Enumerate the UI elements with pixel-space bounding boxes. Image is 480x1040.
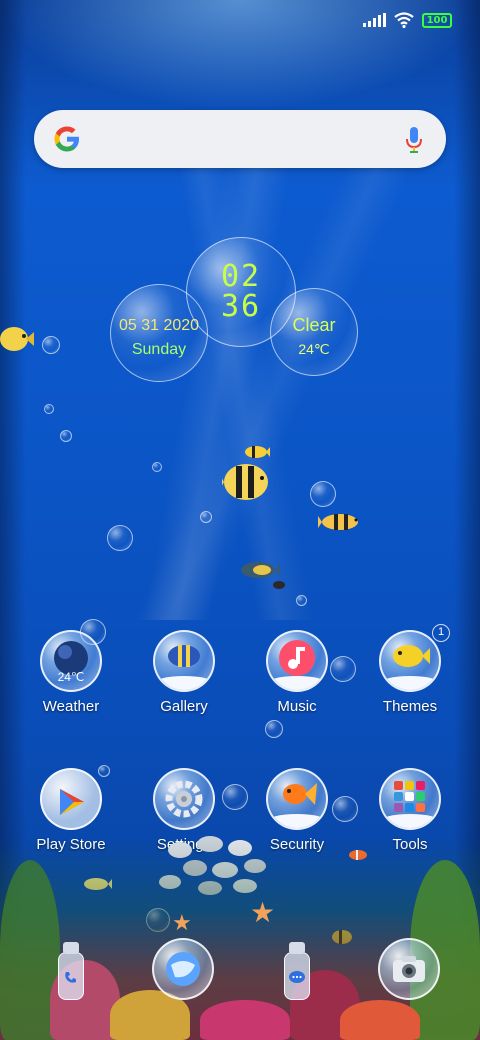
air-bubble bbox=[310, 481, 336, 507]
snow-base bbox=[381, 814, 439, 828]
music-note-icon bbox=[279, 639, 315, 676]
bottle-cork bbox=[289, 942, 305, 954]
air-bubble bbox=[42, 336, 60, 354]
tools-folder-icon bbox=[394, 780, 425, 812]
music-app-orb bbox=[266, 630, 328, 692]
light-rays bbox=[0, 160, 480, 620]
security-app-orb bbox=[266, 768, 328, 830]
starfish: ★ bbox=[172, 910, 192, 935]
fish-icon bbox=[318, 514, 358, 530]
coral bbox=[200, 1000, 290, 1040]
weather-condition-text: Clear bbox=[292, 315, 336, 335]
snow-base bbox=[268, 676, 326, 690]
fish-icon bbox=[0, 327, 34, 351]
play-store-icon bbox=[60, 789, 84, 816]
play-store-orb bbox=[40, 768, 102, 830]
gallery-app-orb bbox=[153, 630, 215, 692]
settings-gear-icon bbox=[165, 780, 203, 818]
fish-gallery-icon bbox=[168, 645, 200, 668]
status-bar: 100 bbox=[363, 12, 452, 28]
signal-bars-icon bbox=[363, 13, 386, 27]
camera-icon bbox=[393, 956, 425, 982]
fish-icon bbox=[273, 581, 285, 589]
weather-bubble[interactable]: Clear 24℃ bbox=[270, 288, 358, 376]
air-bubble bbox=[44, 404, 54, 414]
fish-icon bbox=[245, 446, 270, 458]
app-music[interactable]: Music bbox=[247, 630, 347, 715]
air-bubble bbox=[265, 720, 283, 738]
google-search-bar[interactable] bbox=[34, 110, 446, 168]
yellow-fish-icon bbox=[393, 645, 430, 668]
themes-app-orb bbox=[379, 630, 441, 692]
goldfish-icon bbox=[283, 783, 317, 806]
air-bubble bbox=[200, 511, 212, 523]
snow-base bbox=[381, 676, 439, 690]
day-text: Sunday bbox=[131, 341, 187, 358]
settings-app-orb bbox=[153, 768, 215, 830]
dock-messages[interactable] bbox=[280, 942, 314, 1002]
air-bubble bbox=[296, 595, 307, 606]
battery-indicator: 100 bbox=[422, 12, 452, 28]
microphone-icon[interactable] bbox=[404, 125, 424, 155]
app-themes[interactable]: 1 Themes bbox=[360, 624, 460, 715]
dock-camera[interactable] bbox=[378, 938, 440, 1000]
air-bubble bbox=[107, 525, 133, 551]
app-label: Music bbox=[277, 698, 317, 715]
snow-base bbox=[155, 676, 213, 690]
dock-browser[interactable] bbox=[152, 938, 214, 1000]
air-bubble bbox=[60, 430, 72, 442]
bottle-cork bbox=[63, 942, 79, 954]
coral bbox=[340, 1000, 420, 1040]
tools-folder-orb bbox=[379, 768, 441, 830]
fish-icon bbox=[222, 464, 268, 500]
app-label: Themes bbox=[382, 698, 438, 715]
weather-app-orb: 24℃ bbox=[40, 630, 102, 692]
google-g-icon bbox=[54, 126, 79, 152]
phone-icon bbox=[65, 972, 76, 983]
snow-base bbox=[268, 814, 326, 828]
starfish: ★ bbox=[250, 897, 276, 928]
air-bubble bbox=[152, 462, 162, 472]
app-weather[interactable]: 24℃ Weather bbox=[21, 630, 121, 715]
hour-text: 02 bbox=[220, 259, 262, 294]
browser-icon bbox=[166, 952, 200, 986]
app-gallery[interactable]: Gallery bbox=[134, 630, 234, 715]
notification-badge: 1 bbox=[432, 624, 450, 642]
wifi-icon bbox=[394, 12, 414, 28]
weather-app-temp: 24℃ bbox=[57, 670, 85, 684]
app-label: Weather bbox=[42, 698, 100, 715]
app-label: Gallery bbox=[160, 698, 208, 715]
weather-temperature-text: 24℃ bbox=[298, 341, 330, 357]
messages-icon bbox=[289, 971, 305, 983]
fish-icon bbox=[241, 562, 280, 578]
dock-phone[interactable] bbox=[54, 942, 88, 1002]
